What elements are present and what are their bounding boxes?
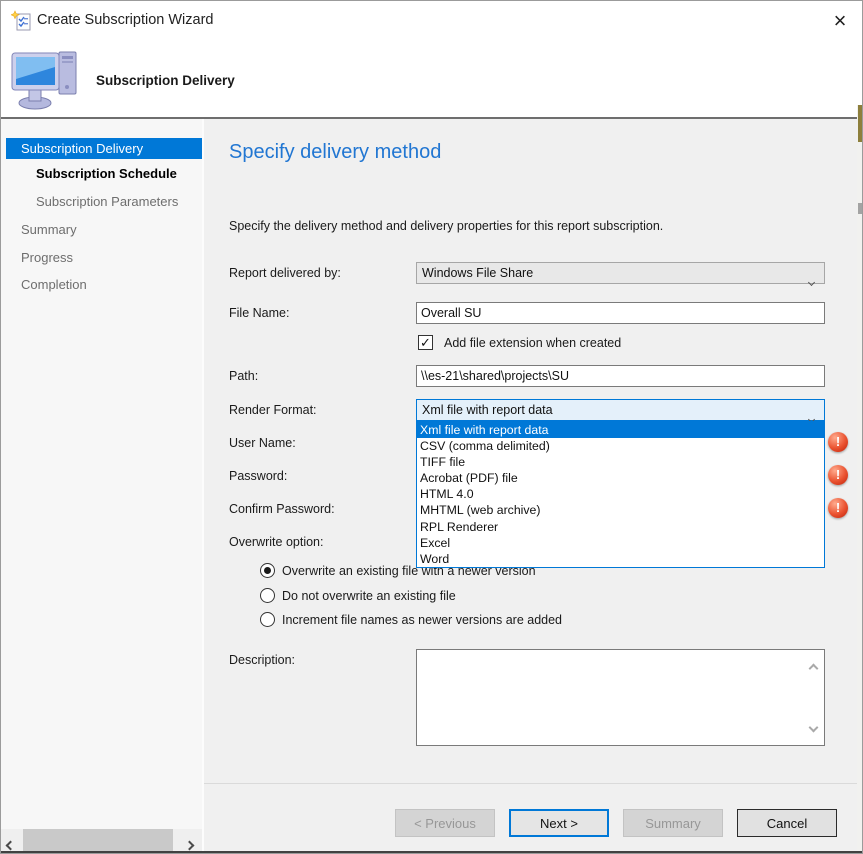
page-title: Specify delivery method (229, 141, 441, 164)
user-name-label: User Name: (229, 432, 296, 454)
path-input[interactable] (416, 365, 825, 387)
render-format-value: Xml file with report data (422, 403, 553, 417)
render-format-option[interactable]: MHTML (web archive) (417, 502, 824, 518)
create-subscription-wizard-window: Create Subscription Wizard × Subscriptio… (0, 0, 863, 854)
window-title: Create Subscription Wizard (37, 12, 214, 28)
overwrite-option-label: Overwrite option: (229, 531, 323, 553)
add-extension-checkbox[interactable]: ✓ (418, 335, 433, 350)
description-textarea[interactable] (416, 649, 825, 746)
render-format-dropdown-list: Xml file with report data CSV (comma del… (416, 421, 825, 568)
close-icon[interactable]: × (825, 6, 855, 36)
wizard-app-icon (11, 10, 33, 32)
next-button[interactable]: Next > (509, 809, 609, 837)
sidebar-item-subscription-delivery[interactable]: Subscription Delivery (6, 138, 202, 159)
render-format-option[interactable]: Excel (417, 535, 824, 551)
path-label: Path: (229, 365, 258, 387)
check-icon: ✓ (420, 335, 431, 350)
render-format-option[interactable]: HTML 4.0 (417, 486, 824, 502)
file-name-input[interactable] (416, 302, 825, 324)
previous-button: < Previous (395, 809, 495, 837)
report-delivered-by-label: Report delivered by: (229, 262, 341, 284)
wizard-steps-sidebar: Subscription Delivery Subscription Sched… (1, 119, 204, 852)
right-edge-strip (857, 1, 863, 854)
sidebar-item-subscription-schedule[interactable]: Subscription Schedule (1, 163, 177, 184)
user-name-error-icon: ! (828, 432, 848, 452)
render-format-option[interactable]: RPL Renderer (417, 519, 824, 535)
sidebar-horizontal-scrollbar[interactable] (1, 829, 202, 851)
render-format-option[interactable]: Xml file with report data (417, 422, 824, 438)
render-format-label: Render Format: (229, 399, 317, 421)
radio-do-not-overwrite[interactable] (260, 588, 275, 603)
sidebar-item-summary[interactable]: Summary (1, 219, 77, 240)
render-format-option[interactable]: Acrobat (PDF) file (417, 470, 824, 486)
render-format-select[interactable]: Xml file with report data (416, 399, 825, 421)
computer-icon (9, 47, 85, 116)
sidebar-item-completion[interactable]: Completion (1, 274, 87, 295)
render-format-option[interactable]: TIFF file (417, 454, 824, 470)
title-bar: Create Subscription Wizard × (1, 1, 857, 41)
radio-increment-names-label[interactable]: Increment file names as newer versions a… (282, 612, 562, 628)
sidebar-item-subscription-parameters[interactable]: Subscription Parameters (1, 191, 178, 212)
add-extension-label[interactable]: Add file extension when created (444, 335, 621, 351)
header-step-title: Subscription Delivery (96, 73, 235, 88)
sidebar-item-progress[interactable]: Progress (1, 247, 73, 268)
scrollbar-thumb[interactable] (23, 829, 173, 851)
summary-button: Summary (623, 809, 723, 837)
wizard-header: Subscription Delivery (1, 41, 857, 117)
report-delivered-by-select[interactable]: Windows File Share (416, 262, 825, 284)
confirm-password-error-icon: ! (828, 498, 848, 518)
cancel-button[interactable]: Cancel (737, 809, 837, 837)
render-format-option[interactable]: CSV (comma delimited) (417, 438, 824, 454)
password-label: Password: (229, 465, 287, 487)
radio-do-not-overwrite-label[interactable]: Do not overwrite an existing file (282, 588, 456, 604)
footer-separator (204, 783, 857, 784)
intro-text: Specify the delivery method and delivery… (229, 219, 663, 233)
chevron-down-icon (809, 271, 814, 291)
scroll-up-icon[interactable] (810, 659, 817, 677)
radio-overwrite-newer[interactable] (260, 563, 275, 578)
radio-increment-names[interactable] (260, 612, 275, 627)
render-format-option[interactable]: Word (417, 551, 824, 567)
confirm-password-label: Confirm Password: (229, 498, 335, 520)
password-error-icon: ! (828, 465, 848, 485)
scroll-down-icon[interactable] (810, 718, 817, 736)
report-delivered-by-value: Windows File Share (422, 266, 533, 280)
description-label: Description: (229, 649, 295, 671)
file-name-label: File Name: (229, 302, 289, 324)
main-panel: Specify delivery method Specify the deli… (204, 119, 857, 852)
